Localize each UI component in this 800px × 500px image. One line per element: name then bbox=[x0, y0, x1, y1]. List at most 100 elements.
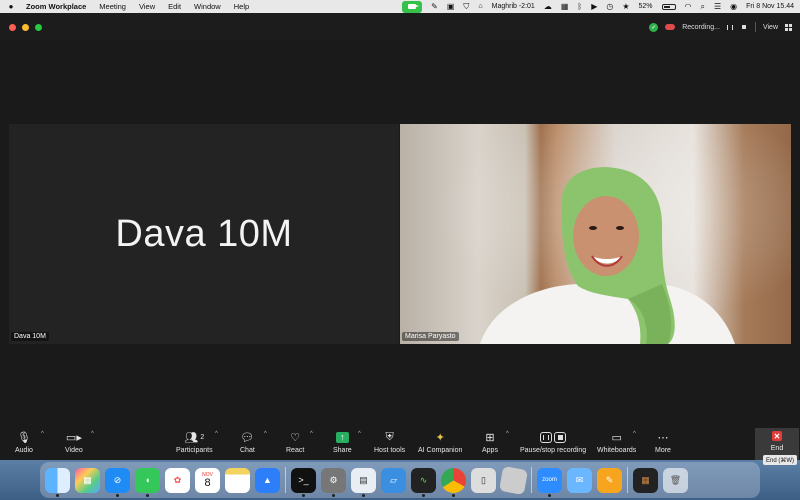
play-icon[interactable]: ▶ bbox=[591, 2, 597, 11]
minimize-window-button[interactable] bbox=[22, 23, 29, 31]
siri-icon[interactable]: ◉ bbox=[730, 2, 737, 11]
chat-options-chevron-icon[interactable]: ^ bbox=[264, 431, 267, 437]
menu-help[interactable]: Help bbox=[234, 2, 249, 11]
share-options-chevron-icon[interactable]: ^ bbox=[358, 431, 361, 437]
video-options-chevron-icon[interactable]: ^ bbox=[91, 431, 94, 437]
menu-edit[interactable]: Edit bbox=[168, 2, 181, 11]
zoom-meeting-window: ✓ Recording... View Dava 10M Dava 10M Ma… bbox=[0, 13, 800, 460]
cloud-icon[interactable]: ☁ bbox=[544, 2, 552, 11]
pause-stop-recording-button[interactable]: Pause/stop recording bbox=[520, 429, 586, 454]
participants-options-chevron-icon[interactable]: ^ bbox=[215, 431, 218, 437]
script-icon[interactable]: ✎ bbox=[431, 2, 438, 11]
participant-display-name: Dava 10M bbox=[115, 212, 293, 255]
extension-icon[interactable]: ▣ bbox=[447, 2, 455, 11]
participant-tile-dava[interactable]: Dava 10M Dava 10M bbox=[9, 124, 399, 344]
whiteboards-label: Whiteboards bbox=[597, 447, 637, 454]
remote-desktop-icon[interactable]: ▱ bbox=[381, 467, 406, 493]
keynote-icon[interactable]: ▲ bbox=[255, 467, 280, 493]
parallels-icon[interactable] bbox=[499, 465, 528, 495]
participant-tile-marisa[interactable]: Marisa Paryasto bbox=[400, 124, 791, 344]
more-button[interactable]: ⋯ More bbox=[655, 429, 671, 455]
date-time[interactable]: Fri 8 Nov 15.44 bbox=[746, 3, 794, 10]
calendar-day: 8 bbox=[204, 476, 211, 489]
system-settings-icon[interactable]: ⚙ bbox=[321, 467, 346, 497]
participants-count: 2 bbox=[200, 433, 205, 441]
photos-icon[interactable]: ✿ bbox=[165, 467, 190, 493]
notes-icon[interactable] bbox=[225, 467, 250, 493]
video-camera-icon: ▭▸ bbox=[65, 431, 82, 444]
whiteboards-button[interactable]: ▭ Whiteboards bbox=[597, 429, 637, 455]
apps-options-chevron-icon[interactable]: ^ bbox=[506, 431, 509, 437]
video-button[interactable]: ▭▸ Video bbox=[65, 429, 83, 455]
gallery-view-icon[interactable] bbox=[785, 23, 792, 31]
shield-menu-icon[interactable]: ⛉ bbox=[463, 2, 469, 11]
menu-meeting[interactable]: Meeting bbox=[99, 2, 126, 11]
pause-recording-icon[interactable] bbox=[727, 24, 734, 31]
ai-companion-button[interactable]: ✦ AI Companion bbox=[418, 429, 463, 455]
mail-icon[interactable]: ✉ bbox=[567, 467, 592, 493]
security-shield-icon[interactable]: ✓ bbox=[649, 22, 659, 32]
menu-grid-icon[interactable]: ▦ bbox=[561, 2, 569, 11]
microphone-icon: 🎙︎ bbox=[16, 431, 31, 444]
participants-button[interactable]: 👥︎ 2 Participants bbox=[176, 429, 213, 455]
share-button[interactable]: ↑ Share bbox=[333, 429, 352, 454]
control-center-icon[interactable]: ☰ bbox=[714, 2, 721, 11]
apple-icon[interactable]: ● bbox=[6, 2, 16, 11]
share-screen-icon: ↑ bbox=[335, 431, 349, 443]
window-controls bbox=[9, 23, 42, 31]
apps-button[interactable]: ⊞ Apps bbox=[482, 429, 498, 455]
menu-window[interactable]: Window bbox=[194, 2, 221, 11]
participants-label: Participants bbox=[176, 447, 213, 454]
menu-app-name[interactable]: Zoom Workplace bbox=[26, 2, 86, 11]
wifi-icon[interactable]: ◠ bbox=[685, 2, 692, 11]
more-label: More bbox=[655, 447, 671, 454]
launchpad-icon[interactable]: ▦ bbox=[75, 467, 100, 493]
ai-companion-label: AI Companion bbox=[418, 447, 463, 454]
photo-booth-icon[interactable]: ▦ bbox=[633, 467, 658, 493]
ios-simulator-icon[interactable]: ▯ bbox=[471, 467, 496, 493]
camera-in-use-icon[interactable] bbox=[402, 0, 423, 13]
preview-icon[interactable]: ▤ bbox=[351, 467, 376, 497]
chrome-icon[interactable] bbox=[441, 467, 466, 497]
menu-view[interactable]: View bbox=[139, 2, 155, 11]
chat-button[interactable]: 💬︎ Chat bbox=[240, 429, 255, 455]
apps-icon: ⊞ bbox=[485, 431, 495, 444]
star-icon[interactable]: ★ bbox=[622, 2, 629, 11]
host-tools-button[interactable]: ⛨ Host tools bbox=[374, 429, 405, 455]
fullscreen-window-button[interactable] bbox=[35, 23, 42, 31]
divider bbox=[754, 22, 756, 32]
safari-icon[interactable]: ⊘ bbox=[105, 467, 130, 497]
prayer-time[interactable]: Maghrib -2:01 bbox=[492, 3, 535, 10]
close-window-button[interactable] bbox=[9, 23, 16, 31]
menu-bar: ● Zoom Workplace Meeting View Edit Windo… bbox=[0, 0, 800, 13]
calendar-icon[interactable]: NOV 8 bbox=[195, 467, 220, 493]
end-label: End bbox=[770, 445, 784, 452]
react-button[interactable]: ♡ React bbox=[286, 429, 304, 455]
meeting-toolbar: 🎙︎ Audio ^ ▭▸ Video ^ 👥︎ 2 Participants ^… bbox=[0, 425, 800, 460]
bluetooth-icon[interactable]: ᛒ bbox=[577, 2, 582, 11]
search-icon[interactable]: ⌕ bbox=[701, 2, 705, 11]
battery-percent[interactable]: 52% bbox=[639, 3, 653, 10]
audio-button[interactable]: 🎙︎ Audio bbox=[15, 429, 33, 455]
participants-icon: 👥︎ 2 bbox=[184, 431, 205, 444]
timer-icon[interactable]: ◷ bbox=[606, 2, 613, 11]
video-label: Video bbox=[65, 447, 83, 454]
zoom-icon[interactable]: zoom bbox=[537, 467, 562, 497]
mosque-icon[interactable]: ⌂ bbox=[478, 3, 482, 10]
host-shield-icon: ⛨ bbox=[385, 430, 394, 443]
whiteboards-options-chevron-icon[interactable]: ^ bbox=[633, 431, 636, 437]
trash-icon[interactable]: 🗑︎ bbox=[663, 467, 688, 493]
view-button[interactable]: View bbox=[763, 24, 778, 31]
pages-icon[interactable]: ✎ bbox=[597, 467, 622, 493]
terminal-icon[interactable]: >_ bbox=[291, 467, 316, 497]
activity-monitor-icon[interactable]: ∿ bbox=[411, 467, 436, 497]
stop-recording-icon[interactable] bbox=[741, 24, 748, 31]
dock-divider bbox=[531, 467, 532, 493]
react-options-chevron-icon[interactable]: ^ bbox=[310, 431, 313, 437]
battery-icon[interactable] bbox=[661, 3, 676, 10]
messages-icon[interactable]: ◖ bbox=[135, 467, 160, 497]
recording-status: Recording... bbox=[682, 23, 720, 31]
audio-options-chevron-icon[interactable]: ^ bbox=[41, 431, 44, 437]
finder-icon[interactable] bbox=[45, 467, 70, 497]
end-tooltip: End (⌘W) bbox=[763, 455, 798, 465]
